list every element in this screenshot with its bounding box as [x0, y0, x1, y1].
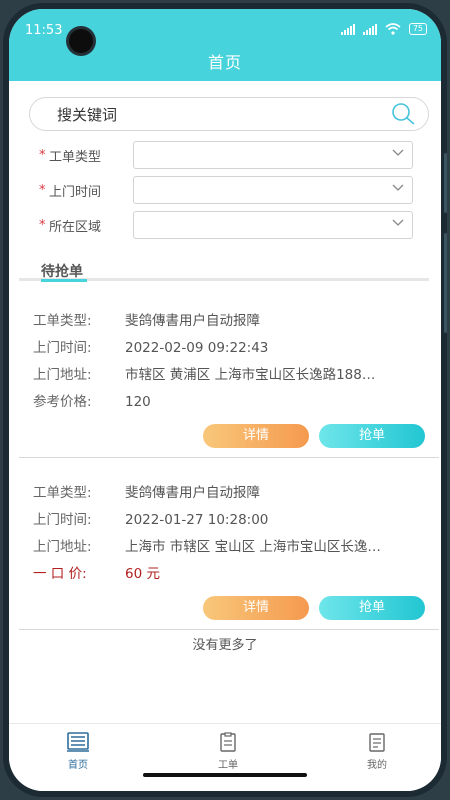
order-fixed-price: 一 口 价: 60 元 — [33, 566, 160, 582]
chevron-down-icon — [392, 219, 404, 226]
power-button — [444, 233, 447, 333]
grab-order-button[interactable]: 抢单 — [319, 596, 425, 620]
wifi-icon — [385, 23, 401, 35]
visit-time-select[interactable] — [133, 176, 413, 204]
home-list-icon — [67, 732, 89, 752]
filter-label: 工单类型 — [49, 149, 102, 165]
phone-frame: 11:53 75 首页 搜关键词 * 工单类型 * 上门时间 * 所在区域 待抢… — [3, 3, 447, 797]
filter-visit-time: * 上门时间 — [39, 176, 413, 204]
home-indicator[interactable] — [143, 773, 307, 777]
order-field: 上门时间: 2022-01-27 10:28:00 — [33, 512, 269, 528]
app-screen: 11:53 75 首页 搜关键词 * 工单类型 * 上门时间 * 所在区域 待抢… — [9, 9, 441, 791]
required-mark: * — [39, 147, 46, 163]
order-field: 上门地址: 市辖区 黄浦区 上海市宝山区长逸路188… — [33, 367, 376, 383]
card-divider — [19, 629, 439, 630]
cell-signal-icon — [340, 23, 355, 35]
chevron-down-icon — [392, 149, 404, 156]
nav-item-home[interactable]: 首页 — [48, 732, 108, 771]
app-header: 11:53 75 首页 — [9, 9, 441, 81]
filter-order-type: * 工单类型 — [39, 141, 413, 169]
search-bar[interactable]: 搜关键词 — [29, 97, 429, 131]
chevron-down-icon — [392, 184, 404, 191]
cell-signal-2-icon — [362, 23, 377, 35]
order-field: 上门时间: 2022-02-09 09:22:43 — [33, 340, 269, 356]
order-field: 工单类型: 斐鸽傳書用户自动报障 — [33, 313, 260, 329]
order-type-select[interactable] — [133, 141, 413, 169]
detail-button[interactable]: 详情 — [203, 424, 309, 448]
area-select[interactable] — [133, 211, 413, 239]
required-mark: * — [39, 217, 46, 233]
grab-order-button[interactable]: 抢单 — [319, 424, 425, 448]
tab-active-indicator — [41, 279, 87, 282]
clipboard-icon — [220, 732, 236, 752]
list-end-text: 没有更多了 — [192, 638, 258, 653]
filter-label: 所在区域 — [49, 219, 102, 235]
bottom-nav: 首页 工单 我的 — [9, 723, 441, 791]
search-icon[interactable] — [390, 102, 416, 126]
order-field: 工单类型: 斐鸽傳書用户自动报障 — [33, 485, 260, 501]
nav-label: 我的 — [367, 760, 387, 771]
volume-button — [444, 153, 447, 213]
search-input[interactable]: 搜关键词 — [57, 104, 117, 125]
required-mark: * — [39, 182, 46, 198]
order-field: 参考价格: 120 — [33, 394, 151, 410]
status-icons: 75 — [340, 23, 427, 35]
battery-icon: 75 — [408, 23, 427, 35]
tab-pending-orders[interactable]: 待抢单 — [41, 261, 83, 281]
order-field: 上门地址: 上海市 市辖区 宝山区 上海市宝山区长逸… — [33, 539, 381, 555]
nav-item-mine[interactable]: 我的 — [347, 732, 407, 771]
detail-button[interactable]: 详情 — [203, 596, 309, 620]
profile-doc-icon — [369, 733, 385, 752]
status-time: 11:53 — [25, 23, 63, 38]
page-title: 首页 — [207, 53, 242, 72]
card-divider — [19, 457, 439, 458]
filter-label: 上门时间 — [49, 184, 102, 200]
nav-label: 首页 — [68, 760, 88, 771]
nav-item-orders[interactable]: 工单 — [198, 732, 258, 771]
filter-area: * 所在区域 — [39, 211, 413, 239]
nav-label: 工单 — [218, 760, 238, 771]
